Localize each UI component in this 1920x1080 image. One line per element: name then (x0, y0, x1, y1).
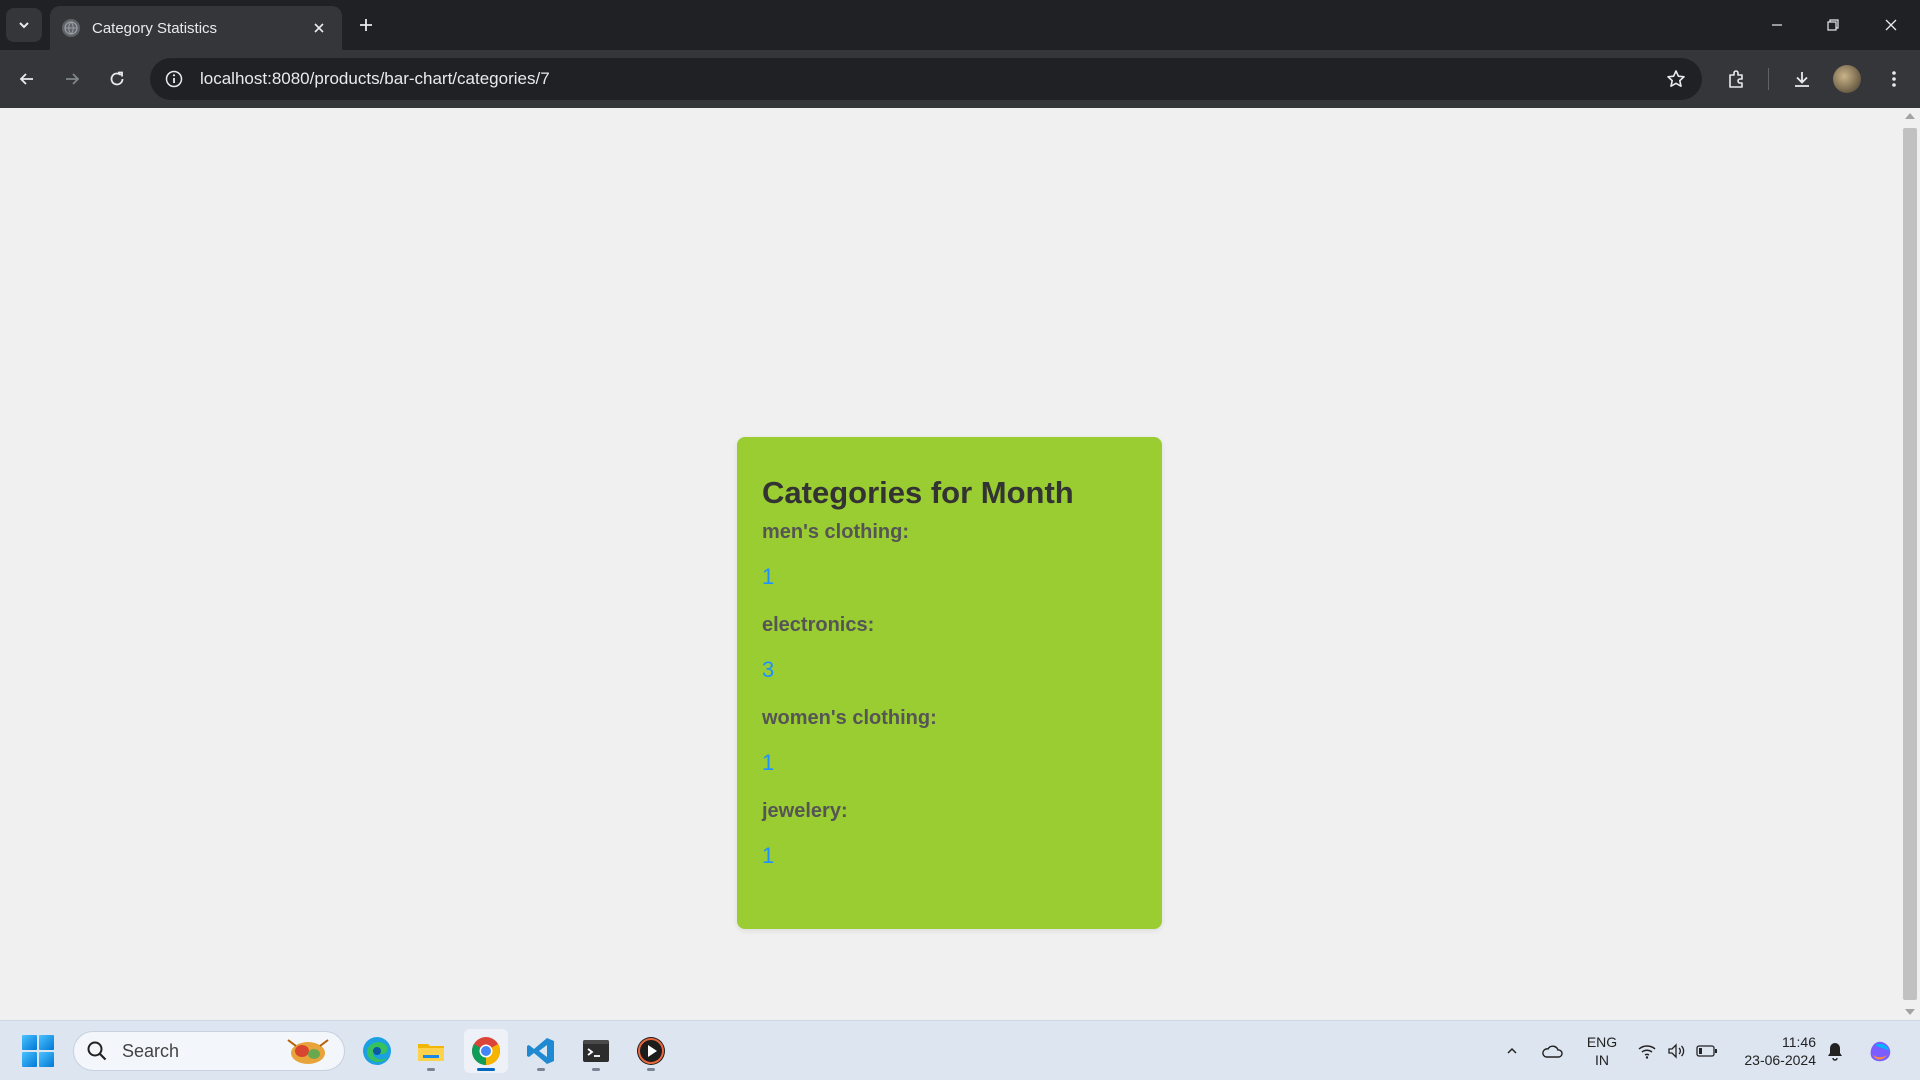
running-indicator (427, 1068, 435, 1071)
category-value-womens-clothing: 1 (762, 750, 775, 775)
clock-date: 23-06-2024 (1744, 1052, 1816, 1068)
extensions-icon[interactable] (1718, 61, 1754, 97)
category-value-jewelery: 1 (762, 843, 775, 868)
category-label-electronics: electronics: (762, 614, 875, 636)
restore-button[interactable] (1810, 8, 1856, 42)
vscode-icon (527, 1038, 554, 1064)
running-indicator (647, 1068, 655, 1071)
active-indicator (477, 1068, 495, 1071)
scrollbar-thumb[interactable] (1903, 128, 1917, 1000)
taskbar-chrome[interactable] (464, 1029, 508, 1073)
close-window-button[interactable] (1868, 8, 1914, 42)
download-icon[interactable] (1784, 61, 1820, 97)
taskbar-media-player[interactable] (629, 1029, 673, 1073)
running-indicator (592, 1068, 600, 1071)
taskbar-file-explorer[interactable] (409, 1029, 453, 1073)
close-tab-icon[interactable] (308, 17, 330, 39)
battery-icon[interactable] (1694, 1035, 1720, 1067)
running-indicator (537, 1068, 545, 1071)
search-placeholder: Search (122, 1040, 180, 1061)
browser-tab-strip: Category Statistics (0, 0, 1920, 50)
search-icon (87, 1041, 107, 1061)
close-icon (1885, 19, 1897, 31)
language-region: IN (1595, 1052, 1609, 1068)
clock-time: 11:46 (1782, 1034, 1816, 1050)
notifications-bell-icon[interactable] (1822, 1035, 1848, 1067)
taskbar-search-box[interactable]: Search (73, 1031, 345, 1071)
page-title: Categories for Month (762, 475, 1074, 510)
arrow-right-icon (66, 73, 80, 85)
taskbar-terminal[interactable] (574, 1029, 618, 1073)
vertical-scrollbar[interactable] (1900, 108, 1920, 1020)
media-player-icon (637, 1037, 665, 1065)
taskbar: Search ENG IN 11:46 23-06-2024 (0, 1020, 1920, 1080)
minimize-icon (1772, 24, 1782, 26)
plus-icon (360, 19, 372, 31)
browser-toolbar: localhost:8080/products/bar-chart/catego… (0, 50, 1920, 108)
tab-category-statistics[interactable]: Category Statistics (50, 6, 342, 50)
taskbar-edge[interactable] (355, 1029, 399, 1073)
scroll-up-arrow-icon[interactable] (1905, 113, 1915, 119)
copilot-icon[interactable] (1862, 1035, 1898, 1067)
search-highlight-icon (287, 1039, 329, 1064)
tab-title: Category Statistics (92, 19, 218, 37)
category-value-electronics: 3 (762, 657, 775, 682)
scroll-down-arrow-icon[interactable] (1905, 1009, 1915, 1015)
address-bar[interactable]: localhost:8080/products/bar-chart/catego… (150, 58, 1702, 100)
edge-icon (363, 1037, 391, 1065)
language-code: ENG (1586, 1034, 1618, 1050)
forward-button[interactable] (54, 61, 90, 97)
chrome-icon (472, 1037, 500, 1065)
minimize-button[interactable] (1754, 8, 1800, 42)
more-menu-icon[interactable] (1876, 61, 1912, 97)
volume-icon[interactable] (1664, 1035, 1690, 1067)
globe-icon (62, 19, 80, 37)
url-text[interactable]: localhost:8080/products/bar-chart/catego… (200, 69, 1656, 89)
page-viewport: Categories for Month men's clothing: 1 e… (0, 108, 1900, 1020)
reload-icon (110, 71, 124, 86)
categories-card: Categories for Month men's clothing: 1 e… (737, 437, 1162, 929)
site-info-icon[interactable] (156, 61, 192, 97)
back-button[interactable] (9, 61, 45, 97)
category-value-mens-clothing: 1 (762, 564, 775, 589)
category-label-womens-clothing: women's clothing: (762, 707, 937, 729)
taskbar-vscode[interactable] (519, 1029, 563, 1073)
onedrive-cloud-icon[interactable] (1538, 1035, 1566, 1067)
windows-start-icon[interactable] (22, 1035, 54, 1067)
wifi-icon[interactable] (1634, 1035, 1660, 1067)
show-hidden-icons-chevron-up-icon[interactable] (1500, 1035, 1524, 1067)
system-clock[interactable]: 11:46 23-06-2024 (1730, 1033, 1816, 1069)
category-label-mens-clothing: men's clothing: (762, 521, 909, 543)
file-explorer-icon (418, 1044, 444, 1061)
restore-icon (1827, 19, 1839, 31)
new-tab-button[interactable] (352, 11, 380, 39)
arrow-left-icon (19, 73, 33, 85)
tab-search-button[interactable] (6, 8, 42, 42)
reload-button[interactable] (99, 61, 135, 97)
bookmark-star-icon[interactable] (1656, 61, 1696, 97)
profile-avatar[interactable] (1833, 65, 1861, 93)
chevron-down-icon (19, 22, 29, 29)
terminal-icon (583, 1040, 609, 1062)
toolbar-divider (1768, 68, 1769, 90)
category-label-jewelery: jewelery: (762, 800, 848, 822)
language-indicator[interactable]: ENG IN (1580, 1033, 1624, 1069)
